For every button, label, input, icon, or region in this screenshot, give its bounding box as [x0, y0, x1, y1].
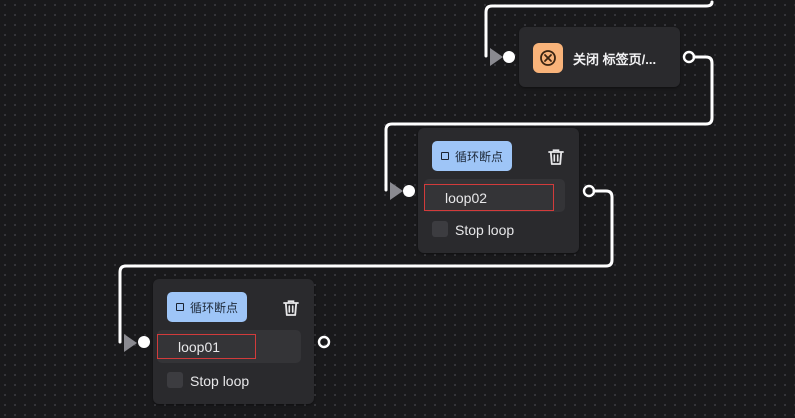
loop02-input-port[interactable] — [390, 182, 415, 200]
loop01-input-port[interactable] — [124, 334, 150, 352]
loop-id-field[interactable]: loop02 — [424, 179, 565, 212]
loop-break-node-loop01[interactable]: 循环断点 loop01 Stop loop — [153, 279, 314, 404]
stop-loop-label: Stop loop — [190, 373, 250, 389]
loop-break-badge: 循环断点 — [432, 141, 512, 171]
stop-loop-label: Stop loop — [455, 222, 515, 238]
close-tab-node[interactable]: 关闭 标签页/... — [519, 27, 680, 87]
square-icon — [175, 303, 184, 311]
loop-id-field[interactable]: loop01 — [157, 330, 301, 363]
stop-loop-checkbox[interactable] — [432, 221, 448, 237]
loop-break-badge-label: 循环断点 — [189, 300, 238, 315]
trash-icon[interactable] — [282, 299, 300, 317]
close-tab-title: 关闭 标签页/... — [573, 52, 657, 67]
square-icon — [440, 152, 449, 160]
stop-loop-checkbox[interactable] — [167, 372, 183, 388]
loop-id-value[interactable]: loop01 — [157, 334, 256, 359]
loop-break-node-loop02[interactable]: 循环断点 loop02 Stop loop — [418, 128, 579, 253]
trash-icon[interactable] — [547, 148, 565, 166]
loop-break-badge: 循环断点 — [167, 292, 247, 322]
loop01-output-port[interactable] — [317, 335, 331, 349]
close-circle-icon — [533, 43, 563, 73]
close-tab-input-port[interactable] — [490, 48, 515, 66]
loop-id-value[interactable]: loop02 — [424, 184, 554, 211]
loop-break-badge-label: 循环断点 — [454, 149, 503, 164]
